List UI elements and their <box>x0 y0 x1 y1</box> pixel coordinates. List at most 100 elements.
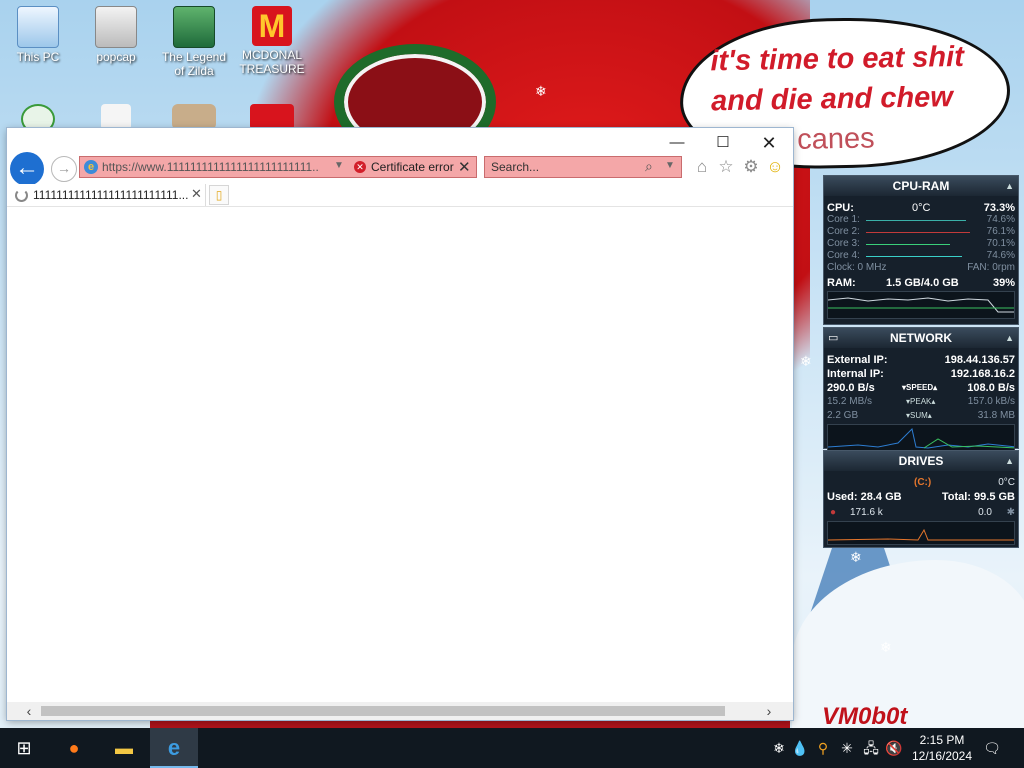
desktop-icon-legend-of-zilda[interactable]: The Legend of Zilda <box>158 6 230 78</box>
peak-down: 15.2 MB/s <box>827 396 873 407</box>
peak-label: PEAK <box>910 397 932 406</box>
sum-down: 2.2 GB <box>827 410 859 421</box>
core-label: Core 1: <box>827 214 860 225</box>
back-button[interactable]: ← <box>10 152 44 186</box>
search-dropdown-icon[interactable]: ▼ <box>665 160 675 171</box>
taskbar-file-explorer[interactable]: ▬ <box>100 728 148 768</box>
tab-close-icon[interactable]: ✕ <box>191 186 202 202</box>
core-value: 70.1% <box>986 238 1015 249</box>
page-content[interactable] <box>7 207 793 702</box>
address-url[interactable]: https://www.1111111111111111111111111... <box>102 160 320 174</box>
gadget-title: CPU-RAM <box>892 179 950 193</box>
drive-activity-graph <box>827 521 1015 545</box>
taskbar-firefox[interactable]: ● <box>50 728 98 768</box>
address-bar[interactable]: e https://www.1111111111111111111111111.… <box>79 156 477 178</box>
network-icon[interactable]: 🖧 <box>860 728 882 768</box>
peak-up: 157.0 kB/s <box>967 396 1015 407</box>
desktop-icon-label: MCDONAL TREASURE <box>239 48 305 76</box>
drive-write: 0.0 <box>978 507 992 518</box>
computer-icon <box>17 6 59 48</box>
cpu-ram-gadget: CPU-RAM ▲ CPU: 0°C 73.3% Core 1: 74.6% C… <box>823 175 1019 325</box>
bird-icon <box>101 104 131 130</box>
tray-drop-icon[interactable]: 💧 <box>790 728 810 768</box>
scrollbar-thumb[interactable] <box>41 706 725 716</box>
browser-tab[interactable]: 1111111111111111111111111... ✕ <box>9 184 206 206</box>
feedback-smiley-icon[interactable]: ☺ <box>764 156 786 178</box>
speed-up: 108.0 B/s <box>967 382 1015 394</box>
speed-down: 290.0 B/s <box>827 382 875 394</box>
ram-percent: 39% <box>992 277 1015 289</box>
address-dropdown-icon[interactable]: ▼ <box>334 160 344 171</box>
network-history-lines <box>828 428 1014 449</box>
drive-activity-lines <box>828 528 1014 541</box>
tray-snowflake-icon[interactable]: ✳ <box>836 728 858 768</box>
home-icon[interactable]: ⌂ <box>691 156 713 178</box>
desktop-icon-mcdonal-treasure[interactable]: M MCDONAL TREASURE <box>236 6 308 76</box>
snowflake-icon: ❄ <box>535 83 547 99</box>
search-icon[interactable]: ⌕ <box>645 158 653 175</box>
core-label: Core 3: <box>827 238 860 249</box>
mcdonalds-logo-icon: M <box>252 6 292 46</box>
notification-icon[interactable]: 🗨 <box>982 728 1002 768</box>
tab-strip: 1111111111111111111111111... ✕ ▯ <box>7 184 793 207</box>
firefox-icon: ● <box>68 738 80 758</box>
horizontal-scrollbar[interactable]: ‹ › <box>7 702 793 720</box>
collapse-icon[interactable]: ▲ <box>1005 328 1014 348</box>
desktop-icon-popcap[interactable]: popcap <box>80 6 152 64</box>
volume-muted-icon[interactable]: 🔇 <box>884 728 904 768</box>
drive-total: Total: 99.5 GB <box>941 491 1015 503</box>
network-history-graph <box>827 424 1015 452</box>
new-tab-icon: ▯ <box>215 188 223 202</box>
favorites-star-icon[interactable]: ☆ <box>715 156 737 178</box>
clock-date: 12/16/2024 <box>911 749 973 763</box>
ram-label: RAM: <box>827 277 856 289</box>
collapse-icon[interactable]: ▲ <box>1005 451 1014 471</box>
core-label: Core 2: <box>827 226 860 237</box>
desktop-icon-label: popcap <box>96 50 136 64</box>
snowman-icon <box>250 104 294 130</box>
collapse-icon[interactable]: ▲ <box>1005 176 1014 196</box>
forward-arrow-icon: → <box>57 160 71 176</box>
new-tab-button[interactable]: ▯ <box>209 185 229 205</box>
tab-title: 1111111111111111111111111... <box>33 188 189 202</box>
forward-button[interactable]: → <box>51 156 77 182</box>
certificate-error-icon[interactable]: ✕ <box>354 161 366 173</box>
system-clock[interactable]: 2:15 PM 12/16/2024 <box>902 732 982 764</box>
start-button[interactable]: ⊞ <box>0 728 48 768</box>
scroll-left-icon[interactable]: ‹ <box>19 702 39 720</box>
tray-search-icon[interactable]: ⚲ <box>812 728 834 768</box>
core-value: 74.6% <box>986 214 1015 225</box>
bubble-line: and die and chew <box>710 81 954 118</box>
folder-icon: ▬ <box>115 738 133 758</box>
maximize-button[interactable]: ☐ <box>701 132 745 154</box>
taskbar-internet-explorer[interactable]: e <box>150 728 198 768</box>
gadget-header[interactable]: DRIVES ▲ <box>824 451 1018 471</box>
search-box[interactable]: Search... ⌕ ▼ <box>484 156 682 178</box>
write-icon: ✱ <box>1006 507 1015 518</box>
cpu-history-graph <box>827 291 1015 319</box>
close-button[interactable]: ✕ <box>747 132 791 154</box>
external-ip: 198.44.136.57 <box>944 354 1015 366</box>
desktop-icon-this-pc[interactable]: This PC <box>2 6 74 64</box>
scroll-right-icon[interactable]: › <box>759 702 779 720</box>
minimize-button[interactable]: — <box>655 132 699 154</box>
settings-gear-icon[interactable]: ⚙ <box>740 156 762 178</box>
gadget-header[interactable]: CPU-RAM ▲ <box>824 176 1018 196</box>
sum-label: SUM <box>910 411 928 420</box>
drive-temp: 0°C <box>998 477 1015 488</box>
drives-gadget: DRIVES ▲ (C:) 0°C Used: 28.4 GB Total: 9… <box>823 450 1019 548</box>
certificate-error-label[interactable]: Certificate error <box>371 160 454 174</box>
tray-overflow-icon[interactable]: ❄ <box>768 728 790 768</box>
navigation-bar: ← → e https://www.1111111111111111111111… <box>7 152 793 186</box>
cpu-clock: Clock: 0 MHz <box>827 262 887 273</box>
stop-icon[interactable]: ✕ <box>458 158 471 176</box>
folder-icon <box>95 6 137 48</box>
cpu-value: 73.3% <box>983 202 1015 214</box>
gadget-header[interactable]: ▭ NETWORK ▲ <box>824 328 1018 348</box>
read-icon: ● <box>830 507 837 518</box>
core-value: 76.1% <box>986 226 1015 237</box>
watermark-text: VM0b0t <box>822 703 908 730</box>
internet-explorer-window: — ☐ ✕ ← → e https://www.1111111111111111… <box>7 128 793 720</box>
search-placeholder[interactable]: Search... <box>491 160 539 174</box>
game-character-icon <box>173 6 215 48</box>
